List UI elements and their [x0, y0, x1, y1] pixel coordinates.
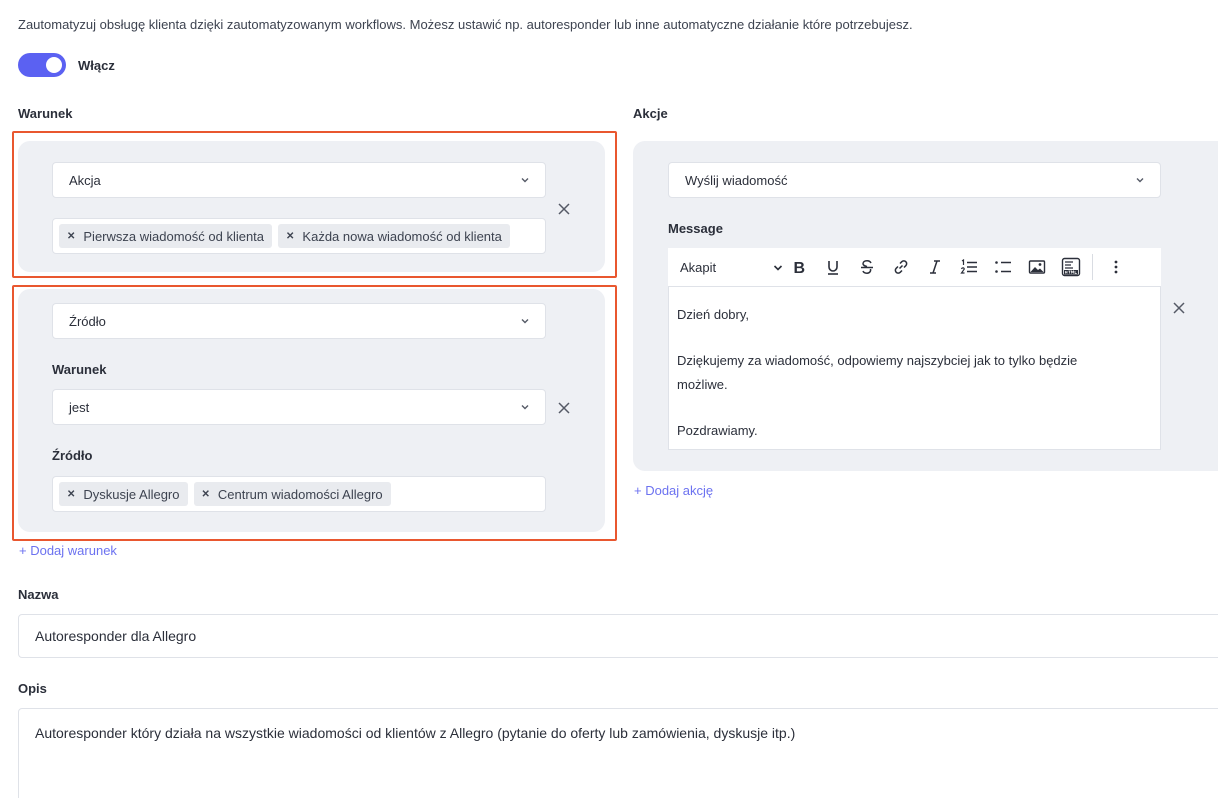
paragraph-format-value: Akapit	[680, 259, 717, 275]
add-action-link[interactable]: + Dodaj akcję	[634, 483, 713, 498]
intro-text: Zautomatyzuj obsługę klienta dzięki zaut…	[18, 17, 913, 32]
tag-label: Centrum wiadomości Allegro	[217, 486, 383, 502]
tag-label: Pierwsza wiadomość od klienta	[83, 228, 265, 244]
message-line: Dzień dobry,	[677, 307, 750, 322]
conditions-heading: Warunek	[18, 106, 73, 121]
remove-condition-1-icon[interactable]	[557, 202, 571, 216]
chevron-down-icon	[521, 178, 529, 183]
bold-button[interactable]: B	[782, 248, 816, 286]
action-type-value: Wyślij wiadomość	[685, 172, 788, 188]
enable-toggle-row: Włącz	[18, 53, 115, 77]
condition-type-value: Akcja	[69, 172, 101, 188]
editor-toolbar: Akapit B	[668, 248, 1161, 286]
actions-heading: Akcje	[633, 106, 668, 121]
chevron-down-icon	[521, 405, 529, 410]
enable-toggle-label: Włącz	[78, 57, 115, 73]
tag-each-new-message[interactable]: ✕ Każda nowa wiadomość od klienta	[278, 224, 510, 248]
message-editor[interactable]: Dzień dobry, Dziękujemy za wiadomość, od…	[668, 286, 1161, 450]
numbered-list-button[interactable]	[952, 248, 986, 286]
svg-text:B: B	[794, 260, 806, 275]
message-line: Pozdrawiamy.	[677, 423, 758, 438]
name-label: Nazwa	[18, 587, 59, 602]
condition-source-type-select[interactable]: Źródło	[52, 303, 546, 339]
image-button[interactable]	[1020, 248, 1054, 286]
message-label: Message	[668, 221, 723, 236]
html-icon	[1061, 257, 1081, 277]
description-label: Opis	[18, 681, 47, 696]
tag-label: Każda nowa wiadomość od klienta	[302, 228, 502, 244]
toolbar-separator	[1092, 254, 1093, 280]
image-icon	[1028, 260, 1046, 274]
message-line: Dziękujemy za wiadomość, odpowiemy najsz…	[677, 353, 1078, 392]
name-input[interactable]: Autoresponder dla Allegro	[18, 614, 1218, 658]
chevron-down-icon	[521, 319, 529, 324]
link-button[interactable]	[884, 248, 918, 286]
bulleted-list-button[interactable]	[986, 248, 1020, 286]
tag-label: Dyskusje Allegro	[83, 486, 180, 502]
chevron-down-icon	[773, 264, 783, 271]
condition-operator-value: jest	[69, 399, 90, 415]
remove-tag-icon[interactable]: ✕	[67, 489, 75, 500]
source-label: Źródło	[52, 448, 93, 463]
remove-tag-icon[interactable]: ✕	[286, 231, 294, 242]
source-tags[interactable]: ✕ Dyskusje Allegro ✕ Centrum wiadomości Al…	[52, 476, 546, 512]
action-type-select[interactable]: Wyślij wiadomość	[668, 162, 1161, 198]
condition-source-type-value: Źródło	[69, 313, 106, 329]
toggle-knob	[46, 57, 62, 73]
remove-tag-icon[interactable]: ✕	[202, 489, 210, 500]
more-icon	[1114, 260, 1118, 274]
paragraph-format-select[interactable]: Akapit	[680, 259, 783, 275]
remove-action-icon[interactable]	[1172, 301, 1186, 315]
condition-operator-label: Warunek	[52, 362, 107, 377]
add-condition-link[interactable]: + Dodaj warunek	[19, 543, 117, 558]
condition-operator-select[interactable]: jest	[52, 389, 546, 425]
strikethrough-button[interactable]	[850, 248, 884, 286]
more-options-button[interactable]	[1099, 248, 1133, 286]
html-embed-button[interactable]	[1054, 248, 1088, 286]
tag-first-message[interactable]: ✕ Pierwsza wiadomość od klienta	[59, 224, 273, 248]
condition-type-select[interactable]: Akcja	[52, 162, 546, 198]
bulleted-list-icon	[995, 261, 1011, 273]
chevron-down-icon	[1136, 178, 1144, 183]
underline-button[interactable]	[816, 248, 850, 286]
description-textarea[interactable]: Autoresponder który działa na wszystkie …	[18, 708, 1218, 798]
numbered-list-icon	[960, 259, 977, 274]
condition-action-tags[interactable]: ✕ Pierwsza wiadomość od klienta ✕ Każda no…	[52, 218, 546, 254]
remove-condition-2-icon[interactable]	[557, 401, 571, 415]
link-icon	[894, 260, 908, 274]
strikethrough-icon	[861, 260, 873, 274]
tag-allegro-discussions[interactable]: ✕ Dyskusje Allegro	[59, 482, 188, 506]
enable-toggle[interactable]	[18, 53, 66, 77]
italic-icon	[930, 260, 940, 274]
italic-button[interactable]	[918, 248, 952, 286]
bold-icon: B	[794, 260, 806, 275]
remove-tag-icon[interactable]: ✕	[67, 231, 75, 242]
underline-icon	[828, 261, 838, 275]
tag-allegro-message-center[interactable]: ✕ Centrum wiadomości Allegro	[193, 482, 391, 506]
